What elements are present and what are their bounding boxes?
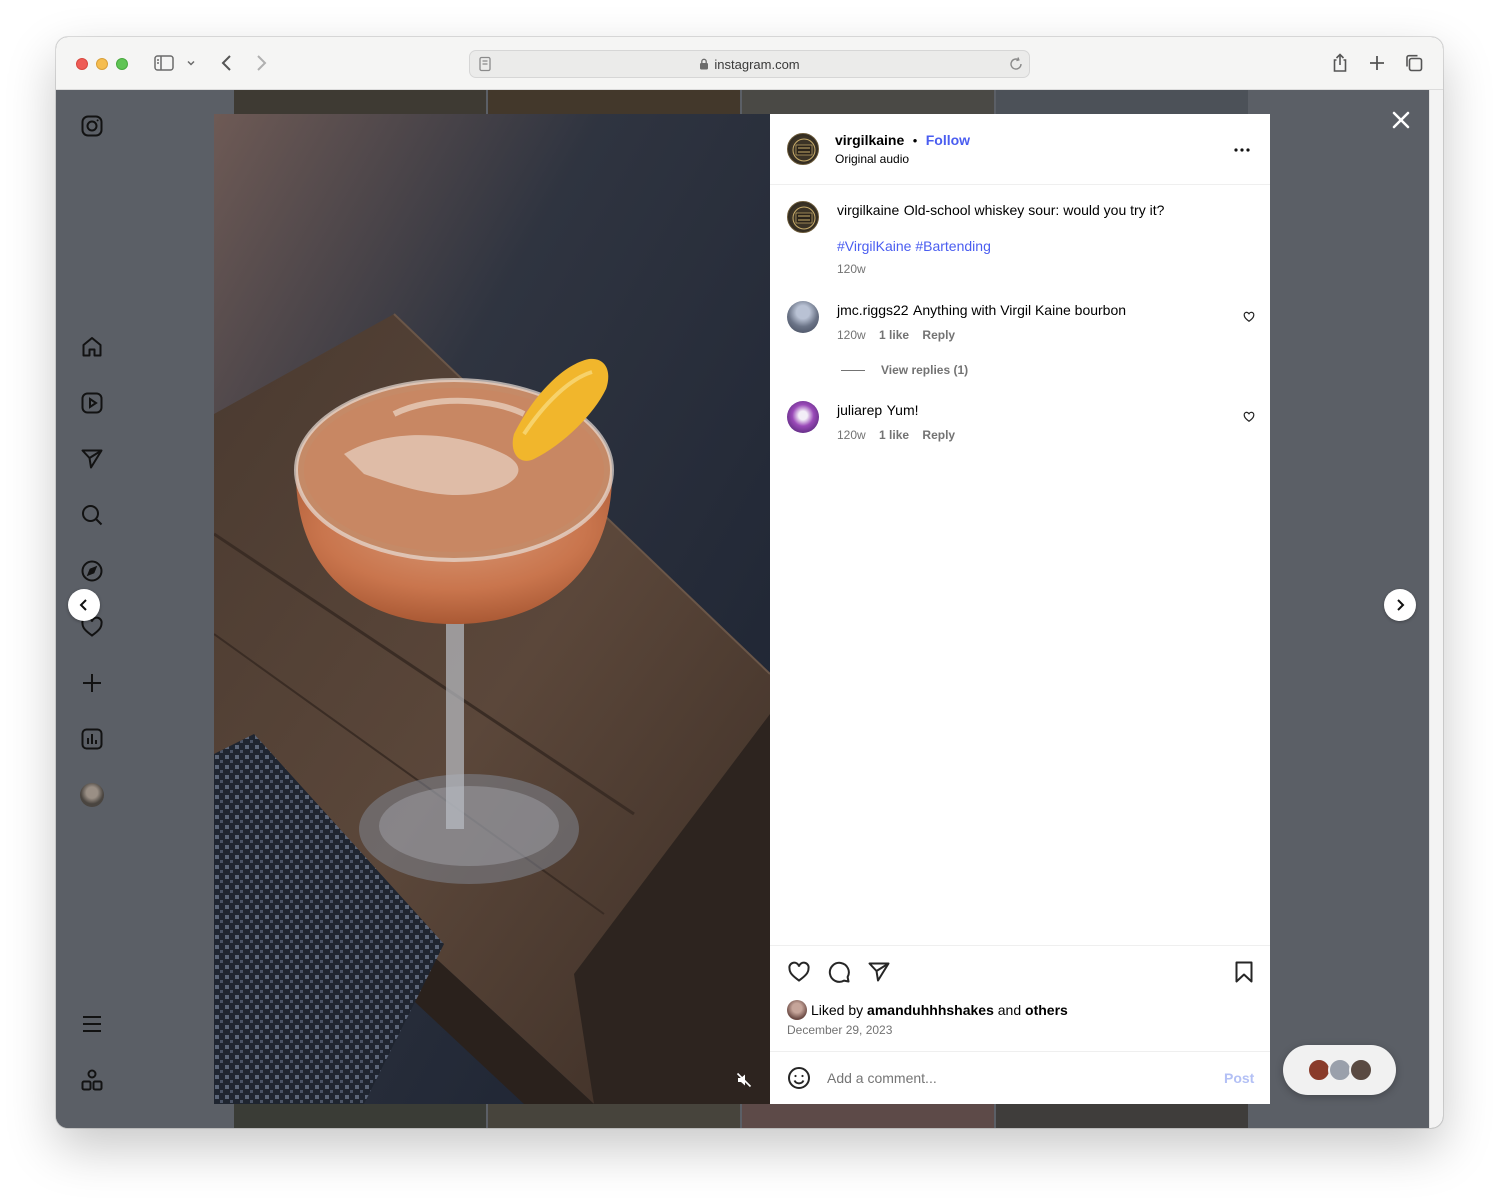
share-icon[interactable] [1329,52,1351,74]
liked-by: Liked by amanduhhhshakes and others [811,1002,1068,1018]
virgilkaine-avatar[interactable] [787,133,819,165]
lock-icon [699,58,709,73]
liked-by-and: and [997,1002,1022,1018]
caption-avatar[interactable] [787,201,819,233]
home-icon[interactable] [78,333,106,361]
address-bar[interactable]: instagram.com [469,50,1030,78]
forward-icon[interactable] [250,52,272,74]
liked-by-user[interactable]: amanduhhhshakes [867,1002,994,1018]
comment-bar: Post [770,1051,1270,1104]
comment-text: Anything with Virgil Kaine bourbon [913,302,1127,318]
grid-tile [742,1104,994,1128]
new-tab-icon[interactable] [1366,52,1388,74]
caption-text: Old-school whiskey sour: would you try i… [903,202,1165,218]
next-post-button[interactable] [1384,589,1416,621]
chevron-right-icon [1397,599,1405,611]
caption-hashtags[interactable]: #VirgilKaine #Bartending [837,238,991,254]
instagram-icon[interactable] [78,112,106,140]
comment-time[interactable]: 120w [837,428,866,442]
insights-icon[interactable] [78,725,106,753]
minimize-window-button[interactable] [96,58,108,70]
apps-icon[interactable] [78,1066,106,1094]
more-options-icon[interactable] [1232,140,1252,165]
close-modal-icon[interactable] [1386,105,1416,135]
post-modal: virgilkaine • Follow Original audio virg… [214,114,1270,1104]
comment-time[interactable]: 120w [837,328,866,342]
grid-tile [996,1104,1248,1128]
chevron-left-icon [79,599,87,611]
reply-button[interactable]: Reply [922,328,955,342]
share-post-icon[interactable] [867,960,891,989]
post-header: virgilkaine • Follow Original audio [770,114,1270,185]
post-button[interactable]: Post [1224,1070,1254,1086]
commenter-avatar[interactable] [787,401,819,433]
emoji-icon[interactable] [787,1066,811,1095]
zoom-window-button[interactable] [116,58,128,70]
mute-icon[interactable] [730,1066,758,1094]
reels-icon[interactable] [78,389,106,417]
previous-post-button[interactable] [68,589,100,621]
post-details-panel: virgilkaine • Follow Original audio virg… [770,114,1270,1104]
replies-divider [841,370,865,371]
like-comment-icon[interactable] [1243,410,1255,428]
search-icon[interactable] [78,501,106,529]
caption: virgilkaine Old-school whiskey sour: wou… [837,202,1164,220]
comment-meta: 120w 1 like Reply [837,428,955,442]
like-icon[interactable] [787,960,811,989]
profile-avatar[interactable] [80,783,104,807]
comment-username[interactable]: juliarep [837,402,882,418]
comment-input[interactable] [827,1064,1207,1092]
separator: • [912,133,918,148]
audio-label[interactable]: Original audio [835,152,909,166]
sidebar-toggle-icon[interactable] [153,52,175,74]
cocktail-photo [214,114,770,1104]
grid-tile [996,90,1248,114]
caption-username[interactable]: virgilkaine [837,202,899,218]
messages-icon[interactable] [78,445,106,473]
back-icon[interactable] [216,52,238,74]
grid-tile [234,90,486,114]
grid-tile [488,90,740,114]
post-date[interactable]: December 29, 2023 [787,1023,892,1037]
close-window-button[interactable] [76,58,88,70]
reload-icon[interactable] [1008,56,1024,72]
scrollbar[interactable] [1429,90,1443,1128]
comment-likes[interactable]: 1 like [879,328,909,342]
browser-toolbar: instagram.com [56,37,1443,90]
comment-username[interactable]: jmc.riggs22 [837,302,909,318]
menu-icon[interactable] [78,1010,106,1038]
comment: juliarep Yum! [837,402,919,420]
browser-window: instagram.com virgilkaine • Follow Origi… [56,37,1443,1128]
comment-likes[interactable]: 1 like [879,428,909,442]
post-actions: Liked by amanduhhhshakes and others Dece… [770,945,1270,1052]
avatar [1349,1058,1373,1082]
url-text: instagram.com [714,57,800,72]
liked-by-prefix: Liked by [811,1002,864,1018]
post-media[interactable] [214,114,770,1104]
grid-tile [234,1104,486,1128]
tab-overview-icon[interactable] [1403,52,1425,74]
reply-button[interactable]: Reply [922,428,955,442]
comment: jmc.riggs22 Anything with Virgil Kaine b… [837,302,1126,320]
caption-time[interactable]: 120w [837,262,866,276]
liked-by-others[interactable]: others [1025,1002,1068,1018]
messages-pill[interactable] [1283,1045,1396,1095]
comment-meta: 120w 1 like Reply [837,328,955,342]
commenter-avatar[interactable] [787,301,819,333]
create-icon[interactable] [78,669,106,697]
liker-avatar[interactable] [787,1000,807,1020]
view-replies-button[interactable]: View replies (1) [881,363,968,377]
grid-tile [488,1104,740,1128]
post-username[interactable]: virgilkaine [835,132,904,148]
comment-icon[interactable] [827,960,851,989]
save-icon[interactable] [1232,960,1256,989]
like-comment-icon[interactable] [1243,310,1255,328]
page-overlay[interactable]: virgilkaine • Follow Original audio virg… [56,90,1429,1128]
follow-button[interactable]: Follow [926,132,970,148]
chevron-down-icon[interactable] [185,57,197,69]
explore-icon[interactable] [78,557,106,585]
comment-text: Yum! [886,402,919,418]
grid-tile [742,90,994,114]
